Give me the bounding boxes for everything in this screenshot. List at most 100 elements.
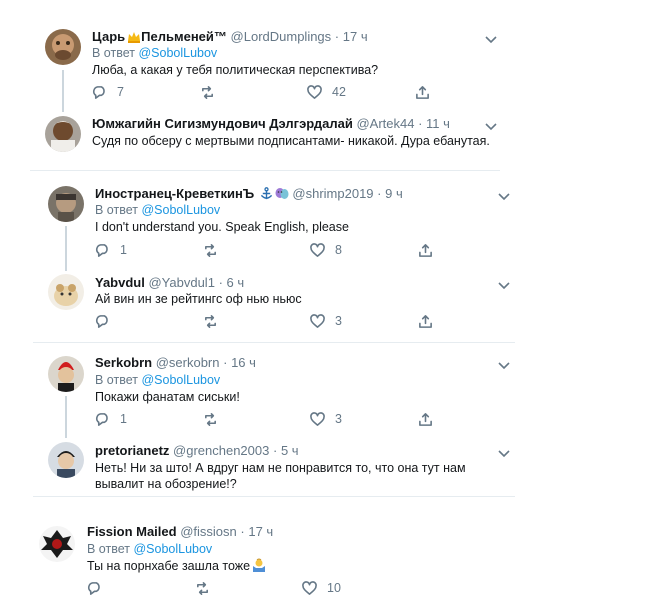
timestamp[interactable]: 6 ч <box>227 275 245 290</box>
reply-count: 7 <box>117 85 124 99</box>
user-handle[interactable]: @LordDumplings <box>231 29 332 44</box>
reply-button[interactable] <box>87 580 112 596</box>
tweet-text: Покажи фанатам сиськи! <box>95 390 240 404</box>
user-handle[interactable]: @Artek44 <box>356 116 414 131</box>
display-name[interactable]: Serkobrn <box>95 355 152 370</box>
user-handle[interactable]: @fissiosn <box>180 524 237 539</box>
tweet-actions: 10 <box>87 580 467 596</box>
retweet-button[interactable] <box>195 580 220 596</box>
timestamp[interactable]: 5 ч <box>281 443 299 458</box>
reply-icon <box>95 243 108 257</box>
like-count: 10 <box>327 581 341 595</box>
reply-thread-4: Fission Mailed @fissiosn · 17 ч В ответ … <box>24 516 506 598</box>
reply-button[interactable]: 1 <box>95 411 127 427</box>
separator-dot: · <box>218 275 223 290</box>
reply-thread-3: Serkobrn @serkobrn · 16 ч В ответ @Sobol… <box>33 344 515 494</box>
chevron-down-icon[interactable] <box>498 277 510 290</box>
reply-prefix: В ответ <box>87 542 130 556</box>
reply-prefix: В ответ <box>92 46 135 60</box>
tweet-actions: 7 42 <box>92 84 472 100</box>
like-count: 3 <box>335 412 342 426</box>
tweet-text: I don't understand you. Speak English, p… <box>95 220 349 234</box>
reply-count: 1 <box>120 243 127 257</box>
reply-icon <box>92 85 105 99</box>
retweet-icon <box>202 85 213 99</box>
separator-dot: · <box>377 186 382 201</box>
reply-prefix: В ответ <box>95 203 138 217</box>
retweet-icon <box>197 581 208 595</box>
reply-button[interactable] <box>95 313 120 329</box>
avatar[interactable] <box>48 274 84 310</box>
display-name[interactable]: Yabvdul <box>95 275 145 290</box>
retweet-button[interactable] <box>203 313 228 329</box>
tweet-actions: 1 3 <box>95 411 475 427</box>
heart-icon <box>302 580 317 595</box>
tweet-text: Судя по обсеру с мертвыми подписантами- … <box>92 134 490 148</box>
chevron-down-icon[interactable] <box>498 357 510 370</box>
reply-icon <box>87 581 100 595</box>
user-handle[interactable]: @Yabvdul1 <box>148 275 214 290</box>
user-handle[interactable]: @shrimp2019 <box>292 186 373 201</box>
retweet-button[interactable] <box>203 411 228 427</box>
theater-masks-icon <box>275 187 289 204</box>
retweet-button[interactable] <box>203 242 228 258</box>
timestamp[interactable]: 16 ч <box>231 355 256 370</box>
chevron-down-icon[interactable] <box>485 118 497 131</box>
reply-button[interactable]: 1 <box>95 242 127 258</box>
display-name[interactable]: Юмжагийн Сигизмундович Дэлгэрдалай <box>92 116 353 131</box>
avatar[interactable] <box>48 442 84 478</box>
like-button[interactable]: 3 <box>310 313 342 329</box>
separator-dot: · <box>418 116 423 131</box>
reply-icon <box>95 314 108 328</box>
display-name[interactable]: Царь <box>92 29 125 44</box>
reply-icon <box>95 412 108 426</box>
avatar[interactable] <box>45 29 81 65</box>
like-button[interactable]: 10 <box>302 580 341 596</box>
share-button[interactable] <box>418 313 433 329</box>
avatar[interactable] <box>48 186 84 222</box>
share-button[interactable] <box>418 411 433 427</box>
reply-thread-1: Царь Пельменей™ @LordDumplings · 17 ч В о… <box>30 12 500 169</box>
reply-context: В ответ @SobolLubov <box>87 541 212 557</box>
timestamp[interactable]: 17 ч <box>343 29 368 44</box>
reply-to-link[interactable]: @SobolLubov <box>138 46 217 60</box>
divider <box>33 496 515 497</box>
display-name[interactable]: Fission Mailed <box>87 524 177 539</box>
thread-line <box>65 226 67 271</box>
display-name[interactable]: Иностранец-КреветкинЪ <box>95 186 254 201</box>
reply-to-link[interactable]: @SobolLubov <box>141 203 220 217</box>
reply-button[interactable]: 7 <box>92 84 124 100</box>
share-button[interactable] <box>415 84 430 100</box>
avatar[interactable] <box>45 116 81 152</box>
tweet-header: Yabvdul @Yabvdul1 · 6 ч <box>95 275 244 291</box>
chevron-down-icon[interactable] <box>485 31 497 44</box>
avatar[interactable] <box>39 526 75 562</box>
display-name-suffix[interactable]: Пельменей™ <box>141 29 227 44</box>
like-button[interactable]: 42 <box>307 84 346 100</box>
user-handle[interactable]: @serkobrn <box>156 355 220 370</box>
tweet-text: Люба, а какая у тебя политическая перспе… <box>92 63 379 77</box>
tweet-actions: 3 <box>95 313 475 329</box>
share-button[interactable] <box>418 242 433 258</box>
chevron-down-icon[interactable] <box>498 188 510 201</box>
reply-thread-2: Иностранец-КреветкинЪ @shrimp2019 · 9 ч … <box>33 172 515 340</box>
display-name[interactable]: pretorianetz <box>95 443 169 458</box>
avatar[interactable] <box>48 356 84 392</box>
reply-context: В ответ @SobolLubov <box>95 372 220 388</box>
reply-context: В ответ @SobolLubov <box>92 45 217 61</box>
like-button[interactable]: 8 <box>310 242 342 258</box>
timestamp[interactable]: 11 ч <box>426 116 450 131</box>
reply-to-link[interactable]: @SobolLubov <box>133 542 212 556</box>
tweet-actions: 1 8 <box>95 242 475 258</box>
like-button[interactable]: 3 <box>310 411 342 427</box>
share-icon <box>416 85 429 99</box>
timestamp[interactable]: 9 ч <box>385 186 403 201</box>
share-icon <box>419 314 432 328</box>
chevron-down-icon[interactable] <box>498 445 510 458</box>
divider <box>30 170 500 171</box>
user-handle[interactable]: @grenchen2003 <box>173 443 269 458</box>
timestamp[interactable]: 17 ч <box>248 524 273 539</box>
retweet-button[interactable] <box>200 84 225 100</box>
reply-to-link[interactable]: @SobolLubov <box>141 373 220 387</box>
like-count: 42 <box>332 85 346 99</box>
